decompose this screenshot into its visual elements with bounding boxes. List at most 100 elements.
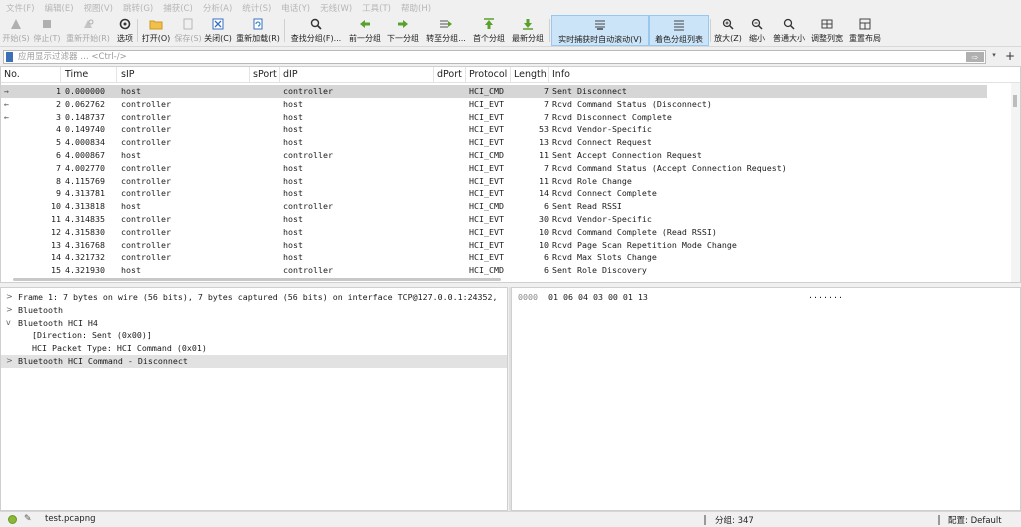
menu-item-2[interactable]: 视图(V) [84, 2, 113, 14]
toolbar-button-19[interactable]: 调整列宽 [808, 15, 846, 46]
column-header-sip[interactable]: sIP [118, 67, 250, 83]
packet-row[interactable]: 15 4.321930 host controller HCI_CMD 6 Sent Rol… [1, 264, 987, 277]
toolbar-button-6[interactable]: 关闭(C) [203, 15, 233, 46]
packet-cell-info: Rcvd Vendor-Specific [552, 124, 652, 135]
packet-cell-dip: host [283, 111, 303, 122]
toolbar-button-2[interactable]: 重新开始(R) [62, 15, 114, 46]
detail-tree-item[interactable]: > Frame 1: 7 bytes on wire (56 bits), 7 b… [1, 291, 507, 304]
add-filter-button-icon[interactable]: + [1003, 49, 1017, 63]
expert-info-status-icon[interactable] [8, 515, 17, 524]
toolbar-button-18[interactable]: 普通大小 [770, 15, 808, 46]
packet-cell-sip: controller [121, 111, 171, 122]
toolbar-button-13[interactable]: 最新分组 [508, 15, 548, 46]
bytes-ascii[interactable]: ······· [808, 292, 843, 302]
column-header-protocol[interactable]: Protocol [466, 67, 511, 83]
packet-list-horizontal-scrollbar[interactable] [13, 278, 501, 281]
menu-item-4[interactable]: 捕获(C) [163, 2, 193, 14]
packet-cell-time: 0.149740 [65, 124, 105, 135]
display-filter-input[interactable] [3, 50, 986, 64]
chevron-right-icon[interactable]: > [6, 304, 13, 317]
packet-row[interactable]: 6 4.000867 host controller HCI_CMD 11 Sent Acc… [1, 149, 987, 162]
chevron-down-icon[interactable]: v [6, 317, 11, 330]
toolbar-button-12[interactable]: 首个分组 [470, 15, 508, 46]
packet-row[interactable]: 7 4.002770 controller host HCI_EVT 7 Rcvd Comm… [1, 162, 987, 175]
toolbar-button-3[interactable]: 选项 [114, 15, 136, 46]
packet-row[interactable]: 8 4.115769 controller host HCI_EVT 11 Rcvd Rol… [1, 175, 987, 188]
packet-row[interactable]: 9 4.313781 controller host HCI_EVT 14 Rcvd Con… [1, 187, 987, 200]
scrollbar-thumb[interactable] [1013, 95, 1017, 107]
packet-row[interactable]: 11 4.314835 controller host HCI_EVT 30 Rcvd Ve… [1, 213, 987, 226]
menu-item-5[interactable]: 分析(A) [203, 2, 232, 14]
packet-cell-proto: HCI_CMD [469, 265, 504, 276]
packet-row[interactable]: ← 2 0.062762 controller host HCI_EVT 7 Rcvd Com… [1, 98, 987, 111]
bytes-hex[interactable]: 01 06 04 03 00 01 13 [548, 292, 648, 302]
packet-cell-sip: controller [121, 124, 171, 135]
packet-cell-proto: HCI_EVT [469, 137, 504, 148]
menu-item-7[interactable]: 电话(Y) [281, 2, 310, 14]
toolbar-button-16[interactable]: 放大(Z) [712, 15, 744, 46]
toolbar-button-11[interactable]: 转至分组... [422, 15, 470, 46]
toolbar-button-1[interactable]: 停止(T) [32, 15, 62, 46]
bookmark-icon[interactable] [6, 52, 13, 62]
menu-item-9[interactable]: 工具(T) [362, 2, 391, 14]
edit-comment-icon[interactable]: ✎ [24, 514, 32, 524]
packet-list-vertical-scrollbar[interactable] [1011, 83, 1020, 282]
column-header-dport[interactable]: dPort [434, 67, 466, 83]
packet-cell-no: 4 [56, 124, 61, 135]
detail-tree-item[interactable]: HCI Packet Type: HCI Command (0x01) [1, 342, 507, 355]
menu-item-8[interactable]: 无线(W) [320, 2, 352, 14]
packet-row[interactable]: 5 4.000834 controller host HCI_EVT 13 Rcvd Con… [1, 136, 987, 149]
packet-row[interactable]: 13 4.316768 controller host HCI_EVT 10 Rcvd Pa… [1, 239, 987, 252]
toolbar-button-7[interactable]: 重新加载(R) [233, 15, 283, 46]
apply-filter-button[interactable]: ⇨ [966, 52, 984, 62]
packet-cell-info: Sent Read RSSI [552, 201, 622, 212]
packet-cell-no: 11 [51, 213, 61, 224]
column-header-sport[interactable]: sPort [250, 67, 280, 83]
toolbar-button-15[interactable]: 着色分组列表 [649, 15, 709, 46]
chevron-right-icon[interactable]: > [6, 355, 13, 368]
toolbar-button-8[interactable]: 查找分组(F)... [286, 15, 346, 46]
toolbar-button-5[interactable]: 保存(S) [173, 15, 203, 46]
column-header-info[interactable]: Info [549, 67, 1020, 83]
packet-row[interactable]: 10 4.313818 host controller HCI_CMD 6 Sent Rea… [1, 200, 987, 213]
toolbar-button-label: 开始(S) [2, 34, 30, 43]
chevron-right-icon[interactable]: > [6, 291, 13, 304]
toolbar-button-14[interactable]: 实时捕获时自动滚动(V) [551, 15, 649, 46]
menu-item-0[interactable]: 文件(F) [6, 2, 35, 14]
reload-icon [251, 17, 265, 31]
status-divider [938, 515, 940, 525]
column-header-dip[interactable]: dIP [280, 67, 434, 83]
toolbar-button-20[interactable]: 重置布局 [846, 15, 884, 46]
toolbar-button-10[interactable]: 下一分组 [384, 15, 422, 46]
packet-row[interactable]: 12 4.315830 controller host HCI_EVT 10 Rcvd Co… [1, 226, 987, 239]
detail-tree-item[interactable]: v Bluetooth HCI H4 [1, 317, 507, 330]
packet-row[interactable]: 4 0.149740 controller host HCI_EVT 53 Rcvd Ven… [1, 123, 987, 136]
toolbar-button-label: 关闭(C) [204, 34, 232, 43]
packet-cell-proto: HCI_CMD [469, 149, 504, 160]
toolbar-button-9[interactable]: 前一分组 [346, 15, 384, 46]
column-header-no[interactable]: No. [1, 67, 61, 83]
packet-row[interactable]: ← 3 0.148737 controller host HCI_EVT 7 Rcvd Dis… [1, 111, 987, 124]
toolbar-button-17[interactable]: 缩小 [744, 15, 770, 46]
packet-row[interactable]: → 1 0.000000 host controller HCI_CMD 7 Sent Dis… [1, 85, 987, 98]
detail-tree-item[interactable]: > Bluetooth HCI Command - Disconnect [1, 354, 507, 368]
packet-cell-proto: HCI_CMD [469, 86, 504, 96]
packet-cell-no: 3 [56, 111, 61, 122]
menu-item-1[interactable]: 编辑(E) [45, 2, 74, 14]
configuration-profile[interactable]: 配置: Default [948, 514, 1002, 526]
column-header-length[interactable]: Length [511, 67, 549, 83]
toolbar-button-4[interactable]: 打开(O) [139, 15, 173, 46]
packet-cell-no: 7 [56, 162, 61, 173]
packet-cell-dip: host [283, 175, 303, 186]
zoom-in-icon [721, 17, 735, 31]
menu-item-6[interactable]: 统计(S) [242, 2, 271, 14]
column-header-time[interactable]: Time [62, 67, 117, 83]
detail-tree-item[interactable]: > Bluetooth [1, 304, 507, 317]
menu-item-10[interactable]: 帮助(H) [401, 2, 431, 14]
packet-row[interactable]: 14 4.321732 controller host HCI_EVT 6 Rcvd Max… [1, 251, 987, 264]
menu-item-3[interactable]: 跳转(G) [123, 2, 153, 14]
filter-history-dropdown[interactable]: ▾ [989, 51, 999, 63]
colorize-icon [672, 18, 686, 32]
toolbar-button-0[interactable]: 开始(S) [0, 15, 32, 46]
detail-tree-item[interactable]: [Direction: Sent (0x00)] [1, 329, 507, 342]
